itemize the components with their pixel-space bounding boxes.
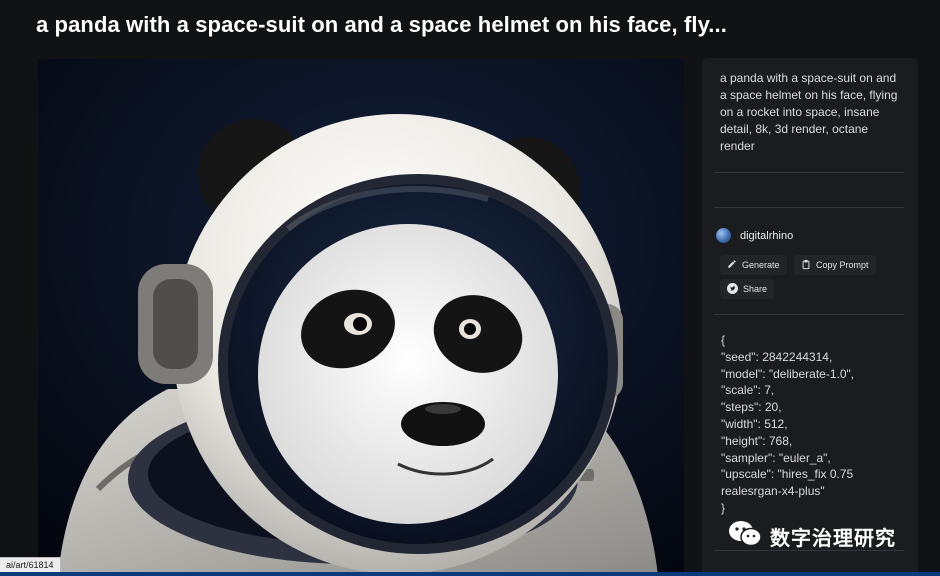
panda-astronaut-illustration (38, 59, 684, 576)
clipboard-icon (801, 259, 811, 272)
author-name[interactable]: digitalrhino (740, 230, 793, 242)
generate-label: Generate (742, 260, 780, 270)
page-title: a panda with a space-suit on and a space… (36, 12, 727, 37)
copy-prompt-label: Copy Prompt (816, 260, 869, 270)
author-row[interactable]: digitalrhino (716, 228, 793, 243)
generate-button[interactable]: Generate (720, 255, 787, 275)
share-label: Share (743, 284, 768, 294)
share-button[interactable]: Share (720, 279, 775, 299)
divider (714, 314, 904, 315)
prompt-text: a panda with a space-suit on and a space… (720, 71, 898, 153)
watermark-text: 数字治理研究 (770, 528, 896, 550)
generation-params: { "seed": 2842244314, "model": "delibera… (721, 333, 855, 515)
avatar (716, 228, 731, 243)
pen-icon (727, 259, 737, 271)
copy-prompt-button[interactable]: Copy Prompt (794, 255, 876, 275)
twitter-icon (727, 282, 738, 296)
details-panel: a panda with a space-suit on and a space… (702, 58, 918, 576)
divider (714, 207, 904, 208)
divider (714, 172, 904, 173)
watermark: 数字治理研究 (728, 520, 896, 553)
wechat-icon (728, 520, 762, 553)
generated-image[interactable]: 13 (38, 59, 684, 576)
taskbar-strip (0, 572, 940, 576)
